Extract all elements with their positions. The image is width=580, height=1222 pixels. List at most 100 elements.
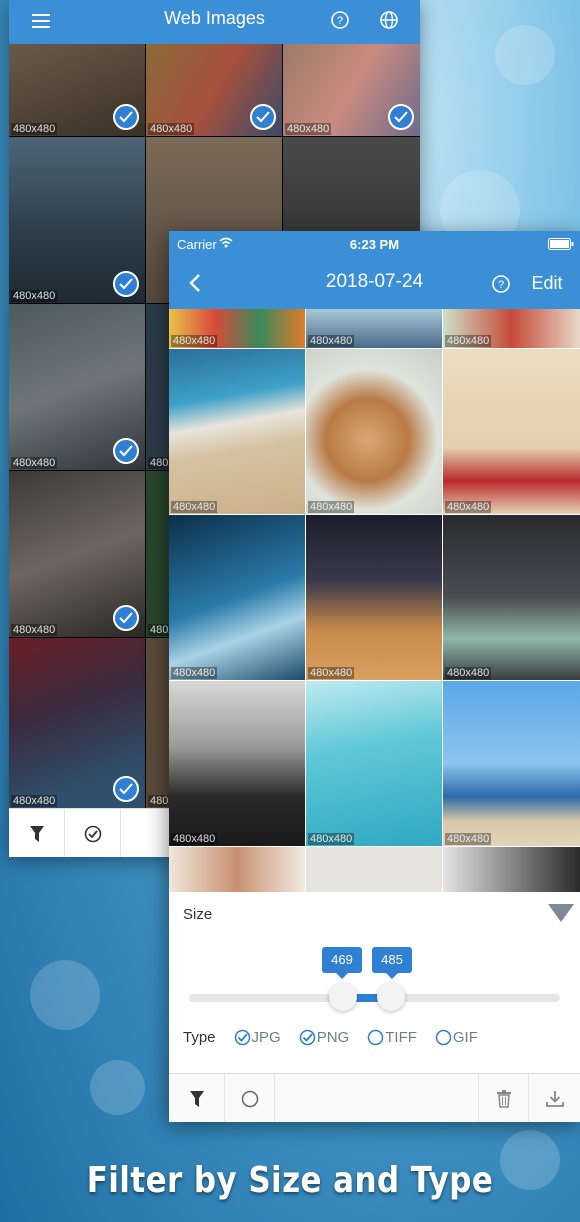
dimension-label: 480x480: [445, 501, 492, 513]
bokeh-light: [30, 960, 100, 1030]
select-button[interactable]: [65, 809, 121, 857]
image-tile[interactable]: 480x480: [9, 304, 145, 470]
dimension-label: 480x480: [11, 457, 58, 469]
dimension-label: 480x480: [11, 290, 58, 302]
image-tile[interactable]: 480x480: [9, 44, 145, 136]
size-label: Size: [183, 906, 213, 923]
filter-icon: [189, 1090, 204, 1107]
image-tile[interactable]: [306, 847, 442, 892]
svg-text:?: ?: [498, 279, 504, 291]
dimension-label: 480x480: [445, 335, 492, 347]
image-tile[interactable]: 480x480: [306, 309, 442, 348]
checkmark-circle-icon: [299, 1029, 315, 1046]
dimension-label: 480x480: [285, 123, 332, 135]
type-option-gif[interactable]: GIF: [435, 1029, 478, 1046]
max-size-handle[interactable]: [377, 983, 405, 1011]
type-option-label: JPG: [251, 1029, 281, 1046]
navigation-bar: Web Images ?: [9, 0, 420, 44]
image-tile[interactable]: 480x480: [9, 638, 145, 808]
image-tile[interactable]: 480x480: [443, 515, 580, 680]
image-tile[interactable]: 480x480: [9, 471, 145, 637]
filter-button[interactable]: [9, 809, 65, 857]
bokeh-light: [495, 25, 555, 85]
globe-icon[interactable]: [377, 8, 401, 32]
dimension-label: 480x480: [171, 833, 218, 845]
dimension-label: 480x480: [308, 667, 355, 679]
image-tile[interactable]: 480x480: [306, 681, 442, 846]
delete-button[interactable]: [478, 1074, 528, 1122]
checkmark-icon[interactable]: [113, 271, 139, 297]
type-option-label: PNG: [316, 1029, 350, 1046]
bottom-toolbar: [169, 1073, 580, 1122]
download-icon: [545, 1090, 564, 1107]
collapse-icon[interactable]: [548, 904, 574, 922]
front-screen: Carrier 6:23 PM 2018-07-24 ? Edit 480x48…: [169, 231, 580, 1122]
checkmark-icon[interactable]: [113, 605, 139, 631]
image-tile[interactable]: 480x480: [306, 515, 442, 680]
type-option-png[interactable]: PNG: [299, 1029, 350, 1046]
image-grid: 480x480 480x480 480x480 480x480 480x480 …: [169, 309, 580, 892]
type-option-jpg[interactable]: JPG: [234, 1029, 281, 1046]
checkmark-icon[interactable]: [388, 104, 414, 130]
image-tile[interactable]: 480x480: [169, 681, 305, 846]
image-tile[interactable]: 480x480: [443, 309, 580, 348]
max-size-value: 485: [372, 947, 412, 979]
type-filter-row: Type JPG PNG TIFF GIF: [183, 1029, 478, 1046]
empty-circle-icon: [241, 1090, 258, 1107]
dimension-label: 480x480: [171, 501, 218, 513]
dimension-label: 480x480: [171, 335, 218, 347]
dimension-label: 480x480: [445, 667, 492, 679]
dimension-label: 480x480: [308, 335, 355, 347]
dimension-label: 480x480: [445, 833, 492, 845]
type-option-label: TIFF: [385, 1029, 417, 1046]
help-icon[interactable]: ?: [328, 8, 352, 32]
image-tile[interactable]: [443, 847, 580, 892]
filter-button[interactable]: [169, 1074, 225, 1122]
image-tile[interactable]: 480x480: [169, 515, 305, 680]
type-option-tiff[interactable]: TIFF: [367, 1029, 417, 1046]
help-icon[interactable]: ?: [489, 272, 513, 296]
dimension-label: 480x480: [308, 833, 355, 845]
min-size-handle[interactable]: [329, 983, 357, 1011]
type-label: Type: [183, 1029, 216, 1046]
dimension-label: 480x480: [171, 667, 218, 679]
dimension-label: 480x480: [308, 501, 355, 513]
clock: 6:23 PM: [349, 237, 400, 252]
dimension-label: 480x480: [11, 795, 58, 807]
empty-circle-icon: [367, 1029, 384, 1046]
promo-caption: Filter by Size and Type: [86, 1160, 494, 1201]
image-tile[interactable]: 480x480: [306, 349, 442, 514]
filter-icon: [29, 825, 44, 842]
checkmark-icon[interactable]: [113, 104, 139, 130]
image-tile[interactable]: 480x480: [443, 681, 580, 846]
image-tile[interactable]: 480x480: [169, 309, 305, 348]
checkmark-icon[interactable]: [113, 438, 139, 464]
image-tile[interactable]: 480x480: [169, 349, 305, 514]
dimension-label: 480x480: [11, 624, 58, 636]
edit-button[interactable]: Edit: [525, 270, 569, 296]
dimension-label: 480x480: [148, 123, 195, 135]
status-bar: Carrier 6:23 PM: [169, 231, 580, 257]
empty-circle-icon: [435, 1029, 452, 1046]
bokeh-light: [90, 1060, 145, 1115]
select-button[interactable]: [225, 1074, 275, 1122]
image-tile[interactable]: 480x480: [9, 137, 145, 303]
min-size-value: 469: [322, 947, 362, 979]
image-tile[interactable]: 480x480: [443, 349, 580, 514]
type-option-label: GIF: [452, 1029, 478, 1046]
screen-title: Web Images: [164, 8, 265, 28]
checkmark-icon[interactable]: [113, 776, 139, 802]
checkmark-circle-icon: [234, 1029, 250, 1046]
filter-panel: Size 469 485 Type JPG PNG TIFF GIF: [169, 892, 580, 1071]
image-tile[interactable]: 480x480: [146, 44, 282, 136]
svg-text:?: ?: [337, 15, 343, 27]
navigation-bar: 2018-07-24 ? Edit: [169, 257, 580, 309]
image-tile[interactable]: [169, 847, 305, 892]
dimension-label: 480x480: [11, 123, 58, 135]
battery-icon: [548, 238, 574, 253]
download-button[interactable]: [528, 1074, 580, 1122]
trash-icon: [496, 1089, 511, 1108]
checkmark-icon[interactable]: [250, 104, 276, 130]
image-tile[interactable]: 480x480: [283, 44, 420, 136]
